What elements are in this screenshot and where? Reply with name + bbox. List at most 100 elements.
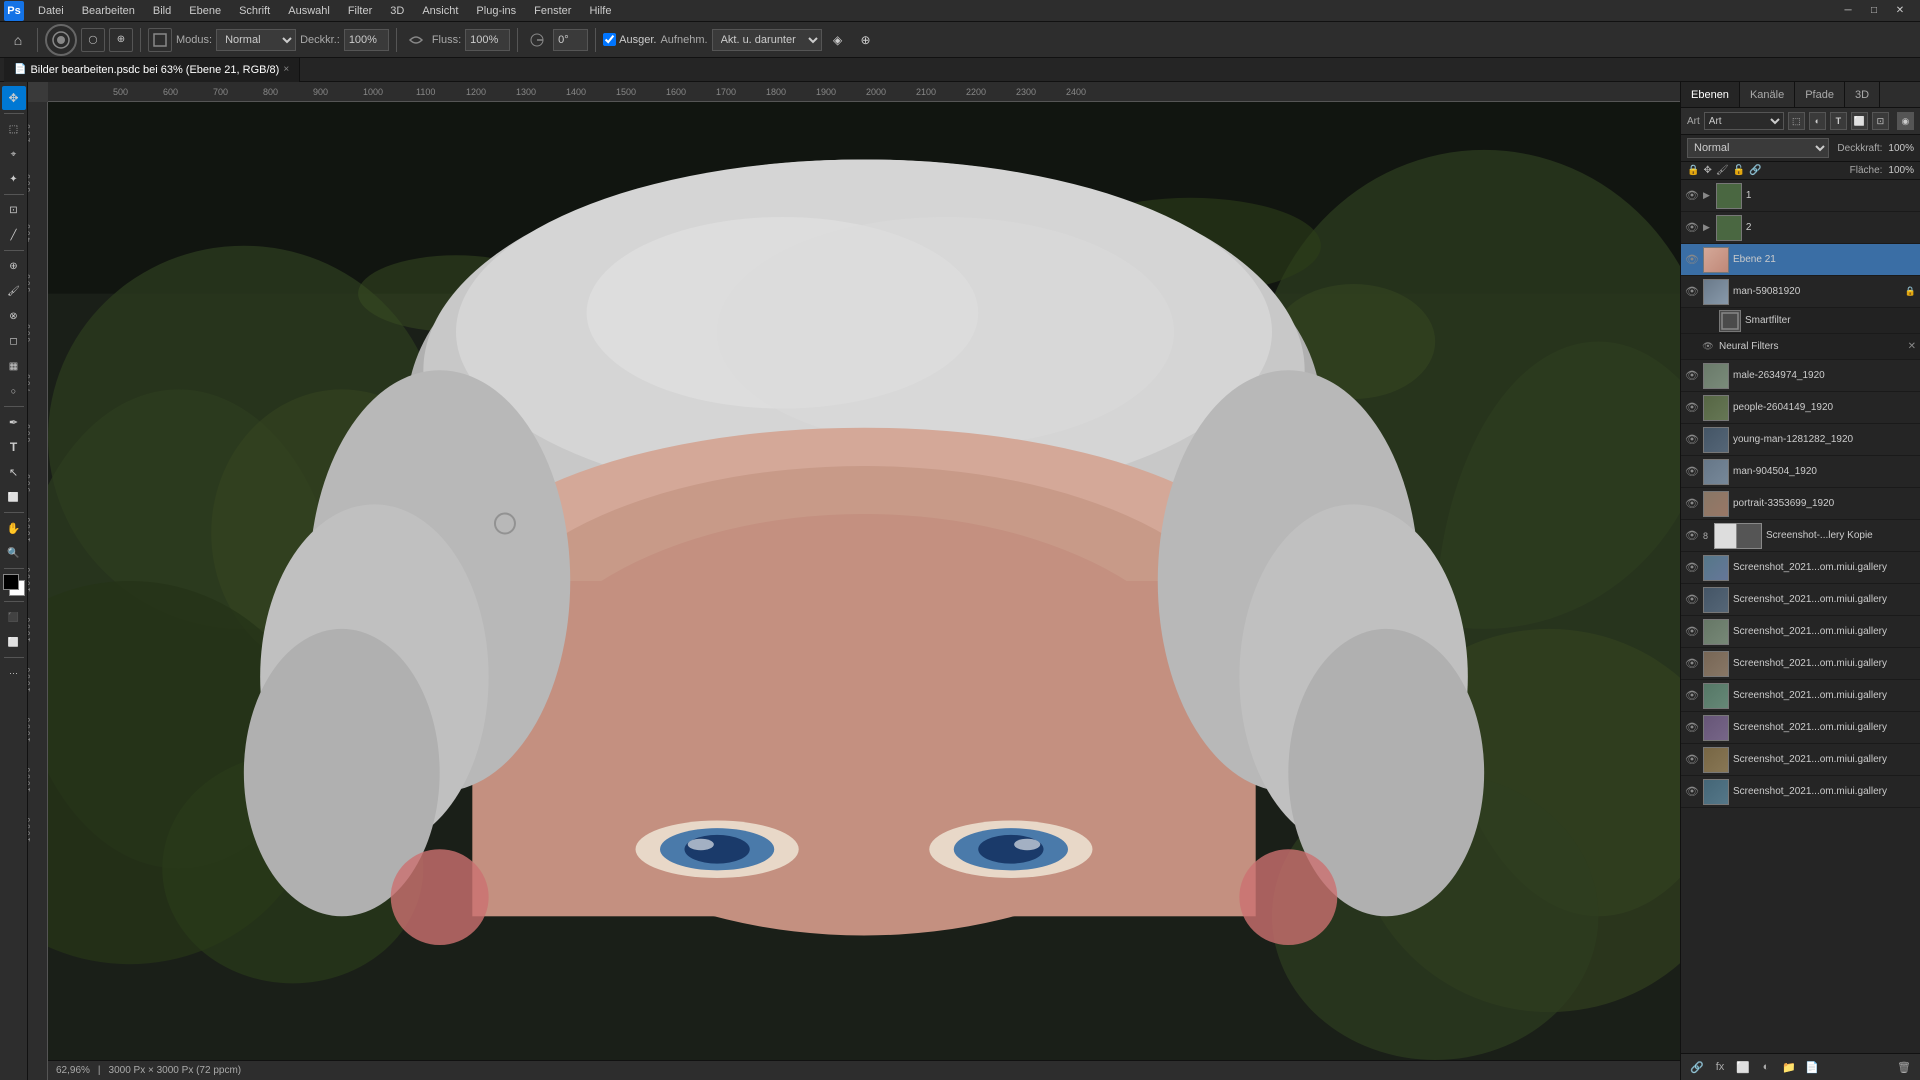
new-fill-btn[interactable]: ◐ <box>1756 1057 1776 1077</box>
layer-item[interactable]: 👁 people-2604149_1920 <box>1681 392 1920 424</box>
tab-3d[interactable]: 3D <box>1845 82 1880 107</box>
menu-auswahl[interactable]: Auswahl <box>280 3 338 19</box>
gradient-btn[interactable]: ▦ <box>2 354 26 378</box>
delete-layer-btn[interactable]: 🗑 <box>1894 1057 1914 1077</box>
clone-btn[interactable]: ⊗ <box>2 304 26 328</box>
brush-preset-btn[interactable] <box>45 24 77 56</box>
layer-item-active[interactable]: 👁 Ebene 21 <box>1681 244 1920 276</box>
menu-filter[interactable]: Filter <box>340 3 380 19</box>
extra-tools-btn[interactable]: ··· <box>2 661 26 685</box>
deckkraft-input[interactable] <box>344 29 389 51</box>
layer-item[interactable]: 👁 Screenshot_2021...om.miui.gallery <box>1681 744 1920 776</box>
layer-visibility-btn[interactable]: 👁 <box>1685 753 1699 767</box>
layer-item[interactable]: 👁 man-904504_1920 <box>1681 456 1920 488</box>
eyedropper-btn[interactable]: ╱ <box>2 223 26 247</box>
filter-adj-btn[interactable]: ◐ <box>1809 112 1826 130</box>
layer-visibility-btn[interactable]: 👁 <box>1685 497 1699 511</box>
menu-bearbeiten[interactable]: Bearbeiten <box>74 3 143 19</box>
tab-ebenen[interactable]: Ebenen <box>1681 82 1740 107</box>
layer-item[interactable]: 👁 Screenshot_2021...om.miui.gallery <box>1681 552 1920 584</box>
layer-visibility-btn[interactable]: 👁 <box>1685 433 1699 447</box>
text-btn[interactable]: T <box>2 435 26 459</box>
layer-item[interactable]: 👁 Screenshot_2021...om.miui.gallery <box>1681 680 1920 712</box>
modus-select[interactable]: Normal <box>216 29 296 51</box>
layer-visibility-btn[interactable]: 👁 <box>1685 561 1699 575</box>
tab-pfade[interactable]: Pfade <box>1795 82 1845 107</box>
link-layers-btn[interactable]: 🔗 <box>1687 1057 1707 1077</box>
layer-item[interactable]: 👁 8 Screenshot-...lery Kopie <box>1681 520 1920 552</box>
aufnehm-select[interactable]: Akt. u. darunter <box>712 29 822 51</box>
brush-size-up[interactable]: ⊕ <box>109 28 133 52</box>
layer-visibility-btn[interactable]: 👁 <box>1701 340 1715 354</box>
brush-size-down[interactable]: ◯ <box>81 28 105 52</box>
layer-visibility-btn[interactable]: 👁 <box>1685 625 1699 639</box>
layer-item[interactable]: 👁 man-59081920 🔒 <box>1681 276 1920 308</box>
frame-btn[interactable]: ⬜ <box>2 630 26 654</box>
mask-btn[interactable]: ⬛ <box>2 605 26 629</box>
document-tab[interactable]: 📄 Bilder bearbeiten.psdc bei 63% (Ebene … <box>4 58 300 82</box>
normal-mode-btn[interactable] <box>148 28 172 52</box>
tab-kanaele[interactable]: Kanäle <box>1740 82 1795 107</box>
menu-fenster[interactable]: Fenster <box>526 3 579 19</box>
tab-close-btn[interactable]: × <box>283 64 289 75</box>
blend-mode-select[interactable]: Normal <box>1687 138 1829 158</box>
angle-input[interactable] <box>553 29 588 51</box>
ausger-checkbox[interactable] <box>603 33 616 46</box>
neural-close-icon[interactable]: ✕ <box>1908 341 1916 352</box>
expand-icon[interactable]: ▶ <box>1703 222 1710 233</box>
maximize-btn[interactable]: □ <box>1862 0 1886 23</box>
filter-toggle-btn[interactable]: ◉ <box>1897 112 1914 130</box>
shape-btn[interactable]: ⬜ <box>2 485 26 509</box>
hand-btn[interactable]: ✋ <box>2 516 26 540</box>
menu-3d[interactable]: 3D <box>382 3 412 19</box>
layer-visibility-btn[interactable]: 👁 <box>1685 221 1699 235</box>
extra-btn[interactable]: ⊕ <box>854 28 878 52</box>
expand-icon[interactable]: ▶ <box>1703 190 1710 201</box>
pen-btn[interactable]: ✒ <box>2 410 26 434</box>
layer-visibility-btn[interactable]: 👁 <box>1685 593 1699 607</box>
neural-filters-item[interactable]: 👁 Neural Filters ✕ <box>1681 334 1920 360</box>
healing-btn[interactable]: ⊕ <box>2 254 26 278</box>
layer-item[interactable]: 👁 portrait-3353699_1920 <box>1681 488 1920 520</box>
layer-visibility-btn[interactable]: 👁 <box>1685 721 1699 735</box>
layer-visibility-btn[interactable]: 👁 <box>1685 689 1699 703</box>
foreground-color-swatch[interactable] <box>3 574 19 590</box>
eraser-btn[interactable]: ◻ <box>2 329 26 353</box>
fluss-input[interactable] <box>465 29 510 51</box>
filter-shape-btn[interactable]: ⬜ <box>1851 112 1868 130</box>
layer-visibility-btn[interactable]: 👁 <box>1685 657 1699 671</box>
layer-visibility-btn[interactable]: 👁 <box>1685 369 1699 383</box>
move-tool-btn[interactable]: ✥ <box>2 86 26 110</box>
layer-visibility-btn[interactable]: 👁 <box>1685 253 1699 267</box>
filter-type-select[interactable]: Art <box>1704 112 1784 130</box>
menu-plugins[interactable]: Plug-ins <box>468 3 524 19</box>
zoom-btn[interactable]: 🔍 <box>2 541 26 565</box>
layer-item[interactable]: 👁 Screenshot_2021...om.miui.gallery <box>1681 712 1920 744</box>
layer-item[interactable]: 👁 male-2634974_1920 <box>1681 360 1920 392</box>
new-group-btn[interactable]: 📁 <box>1779 1057 1799 1077</box>
add-layer-style-btn[interactable]: fx <box>1710 1057 1730 1077</box>
photo-canvas[interactable] <box>48 102 1680 1060</box>
smartfilter-item[interactable]: Smartfilter <box>1681 308 1920 334</box>
angle-btn[interactable] <box>525 28 549 52</box>
layer-item[interactable]: 👁 ▶ 1 <box>1681 180 1920 212</box>
layer-item[interactable]: 👁 Screenshot_2021...om.miui.gallery <box>1681 616 1920 648</box>
filter-pixel-btn[interactable]: ⬚ <box>1788 112 1805 130</box>
menu-hilfe[interactable]: Hilfe <box>581 3 619 19</box>
menu-bild[interactable]: Bild <box>145 3 179 19</box>
layer-item[interactable]: 👁 ▶ 2 <box>1681 212 1920 244</box>
path-select-btn[interactable]: ↖ <box>2 460 26 484</box>
crop-btn[interactable]: ⊡ <box>2 198 26 222</box>
layer-item[interactable]: 👁 young-man-1281282_1920 <box>1681 424 1920 456</box>
layer-visibility-btn[interactable]: 👁 <box>1685 465 1699 479</box>
toggle-btn[interactable]: ◈ <box>826 28 850 52</box>
layer-visibility-btn[interactable]: 👁 <box>1685 529 1699 543</box>
layer-visibility-btn[interactable]: 👁 <box>1685 785 1699 799</box>
layer-item[interactable]: 👁 Screenshot_2021...om.miui.gallery <box>1681 776 1920 808</box>
new-layer-btn[interactable]: 📄 <box>1802 1057 1822 1077</box>
brush-btn[interactable]: 🖌 <box>2 279 26 303</box>
lasso-btn[interactable]: ⌖ <box>2 142 26 166</box>
layer-visibility-btn[interactable]: 👁 <box>1685 285 1699 299</box>
menu-ebene[interactable]: Ebene <box>181 3 229 19</box>
close-btn[interactable]: ✕ <box>1888 0 1912 23</box>
